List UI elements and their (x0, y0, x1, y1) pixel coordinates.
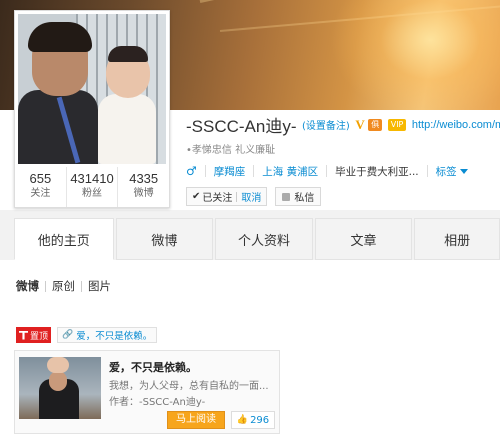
follow-status: ✔ 已关注 取消 (186, 187, 268, 206)
vip-badge-icon[interactable]: VIP (387, 118, 407, 131)
like-button[interactable]: 👍 296 (231, 411, 275, 429)
profile-actions: ✔ 已关注 取消 私信 (186, 187, 322, 206)
zodiac-link[interactable]: 摩羯座 (214, 164, 246, 179)
article-title[interactable]: 爱，不只是依赖。 (109, 359, 197, 375)
thumbnail-person (49, 371, 67, 391)
divider (253, 165, 255, 177)
club-badge-icon[interactable]: 俱 (368, 118, 383, 131)
article-description: 我想，为人父母，总有自私的一面... (109, 381, 269, 392)
chevron-down-icon (459, 169, 468, 174)
profile-url-link[interactable]: http://weibo.com/mc (412, 119, 500, 131)
divider (426, 165, 428, 177)
stat-posts[interactable]: 4335 微博 (118, 167, 169, 207)
stat-number: 4335 (129, 171, 159, 186)
tab-weibo[interactable]: 微博 (115, 218, 214, 260)
article-thumbnail[interactable] (19, 357, 101, 419)
stat-number: 431410 (70, 171, 114, 186)
like-count: 296 (250, 414, 270, 426)
profile-meta: ♂ 摩羯座 上海 黄浦区 毕业于费大利亚... 标签 (186, 162, 468, 180)
pinned-label: 置顶 (30, 331, 49, 342)
profile-tabs: 他的主页 微博 个人资料 文章 相册 (14, 218, 500, 260)
tab-home[interactable]: 他的主页 (14, 218, 114, 260)
divider (81, 280, 82, 292)
followed-label: 已关注 (202, 193, 233, 204)
message-button[interactable]: 私信 (275, 187, 322, 206)
male-icon: ♂ (186, 164, 197, 178)
divider (204, 165, 206, 177)
divider (326, 165, 328, 177)
avatar-person (28, 22, 92, 52)
stat-label: 粉丝 (82, 188, 102, 199)
tab-profile-info[interactable]: 个人资料 (215, 218, 313, 260)
divider (236, 191, 238, 202)
message-label: 私信 (294, 193, 315, 204)
pinned-badge: 置顶 (16, 327, 52, 343)
thumbnail-child (47, 357, 69, 373)
avatar-card: 655 关注 431410 粉丝 4335 微博 (14, 10, 170, 208)
verified-icon[interactable]: V (355, 117, 364, 133)
tags-dropdown[interactable]: 标签 (436, 164, 468, 179)
unfollow-button[interactable]: 取消 (241, 189, 261, 204)
tab-articles[interactable]: 文章 (314, 218, 413, 260)
tags-label: 标签 (435, 165, 457, 178)
feed-panel: 微博 原创 图片 置顶 🔗 爱，不只是依赖。 爱，不只是依赖。 我想，为人父母，… (0, 260, 500, 448)
check-icon: ✔ (192, 191, 201, 202)
profile-stats: 655 关注 431410 粉丝 4335 微博 (15, 167, 169, 207)
avatar-baby (108, 46, 148, 62)
divider (45, 280, 46, 292)
avatar[interactable] (18, 14, 166, 164)
tab-albums[interactable]: 相册 (414, 218, 500, 260)
stat-label: 关注 (30, 188, 51, 199)
bio-text: •孝悌忠信 礼义廉耻 (186, 145, 276, 156)
filter-images[interactable]: 图片 (88, 278, 111, 294)
pin-icon (19, 330, 28, 340)
name-row: -SSCC-An迪y- (设置备注) V 俱 VIP http://weibo.… (186, 112, 500, 137)
stat-following[interactable]: 655 关注 (15, 167, 67, 207)
username: -SSCC-An迪y- (186, 117, 297, 136)
avatar-baby (98, 94, 156, 164)
feed-filters: 微博 原创 图片 (16, 278, 111, 294)
stat-followers[interactable]: 431410 粉丝 (67, 167, 119, 207)
article-link-chip[interactable]: 🔗 爱，不只是依赖。 (57, 327, 158, 343)
message-icon (282, 192, 291, 201)
education-text[interactable]: 毕业于费大利亚... (335, 164, 419, 179)
article-card[interactable]: 爱，不只是依赖。 我想，为人父母，总有自私的一面... 作者：-SSCC-An迪… (14, 350, 280, 434)
stat-number: 655 (29, 171, 52, 186)
pinned-row: 置顶 🔗 爱，不只是依赖。 (16, 327, 158, 343)
cover-sunlight (330, 0, 500, 110)
link-icon: 🔗 (62, 330, 74, 340)
stat-label: 微博 (133, 188, 154, 199)
location-link[interactable]: 上海 黄浦区 (262, 164, 318, 179)
filter-weibo[interactable]: 微博 (16, 278, 39, 294)
article-author: 作者：-SSCC-An迪y- (109, 397, 206, 408)
read-now-button[interactable]: 马上阅读 (167, 411, 225, 429)
set-remark-link[interactable]: (设置备注) (302, 121, 350, 132)
thumbs-up-icon: 👍 (236, 415, 249, 425)
filter-original[interactable]: 原创 (52, 278, 75, 294)
article-link-text: 爱，不只是依赖。 (76, 331, 153, 342)
